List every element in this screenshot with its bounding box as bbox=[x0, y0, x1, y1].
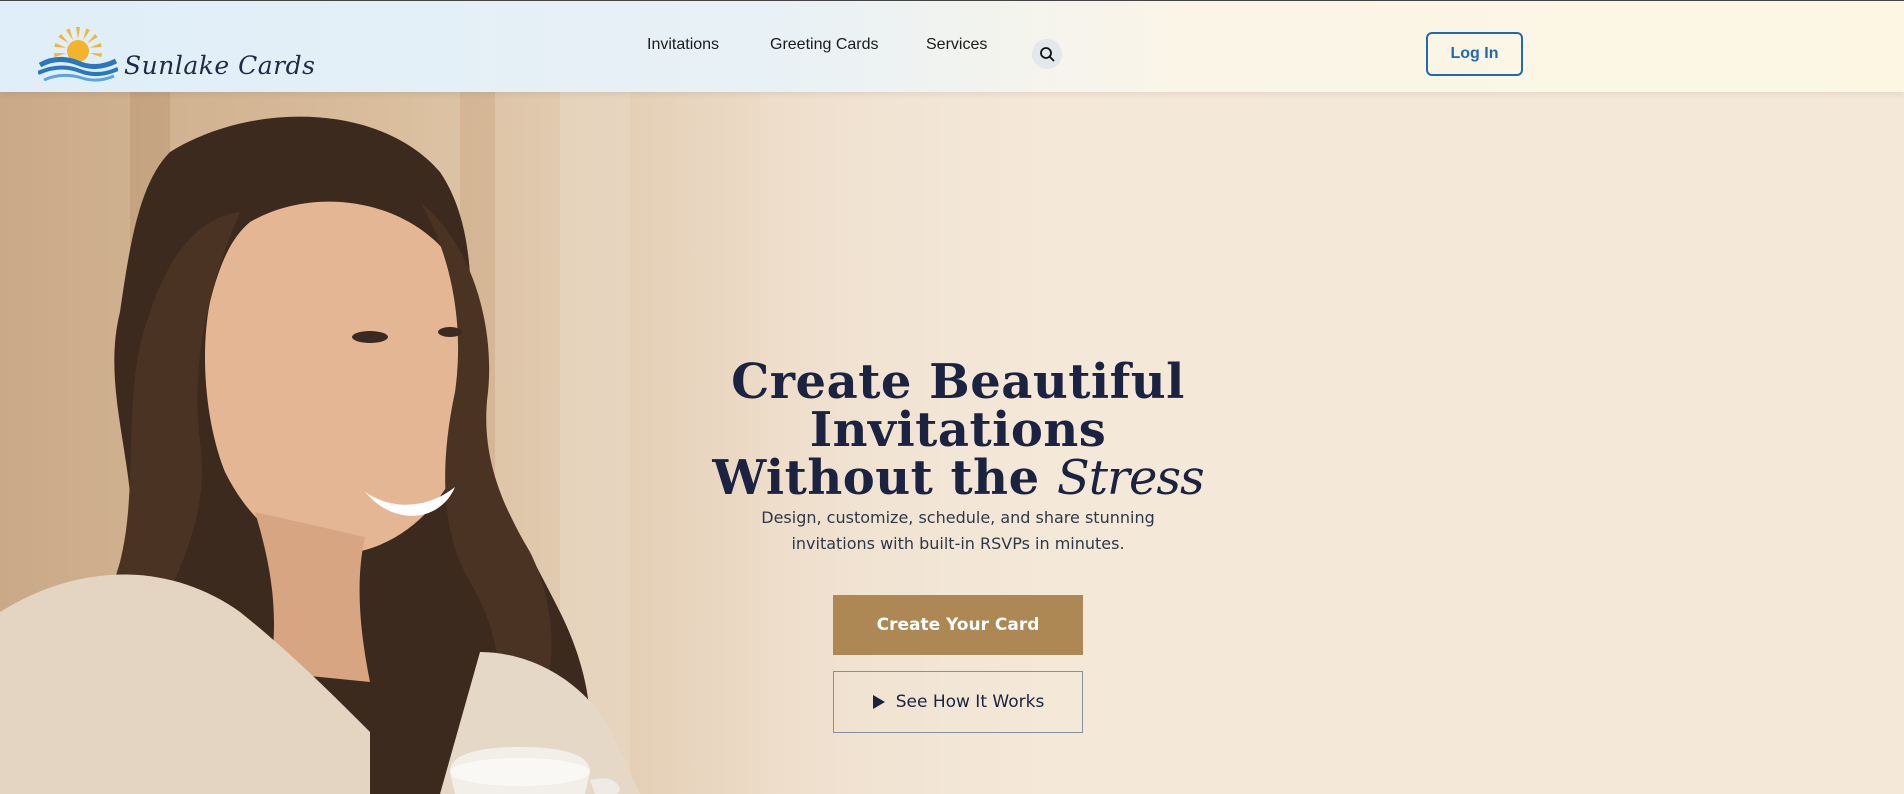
hero-subtitle-line1: Design, customize, schedule, and share s… bbox=[761, 508, 1155, 527]
play-icon bbox=[872, 695, 885, 709]
hero-title-line1: Create Beautiful Invitations bbox=[731, 354, 1185, 458]
login-button[interactable]: Log In bbox=[1426, 32, 1523, 76]
brand-logo[interactable]: Sunlake Cards bbox=[38, 21, 315, 87]
search-button[interactable] bbox=[1032, 39, 1062, 69]
create-card-button[interactable]: Create Your Card bbox=[833, 595, 1083, 655]
search-icon bbox=[1040, 47, 1055, 62]
hero-section: Create Beautiful Invitations Without the… bbox=[0, 92, 1904, 794]
nav-greeting-cards[interactable]: Greeting Cards bbox=[770, 36, 879, 54]
see-how-it-works-label: See How It Works bbox=[895, 692, 1045, 712]
see-how-it-works-button[interactable]: See How It Works bbox=[833, 671, 1083, 733]
nav-services[interactable]: Services bbox=[926, 36, 987, 54]
site-header: Sunlake Cards Invitations Greeting Cards… bbox=[0, 0, 1904, 92]
hero-subtitle: Design, customize, schedule, and share s… bbox=[758, 505, 1158, 557]
sun-logo-icon bbox=[38, 27, 118, 82]
hero-title-script-word: Stress bbox=[1056, 450, 1205, 506]
nav-invitations[interactable]: Invitations bbox=[647, 36, 719, 54]
brand-name: Sunlake Cards bbox=[124, 51, 316, 80]
hero-title-line2: Without the Stress bbox=[600, 454, 1316, 502]
hero-subtitle-line2: invitations with built-in RSVPs in minut… bbox=[791, 534, 1125, 553]
hero-title: Create Beautiful Invitations Without the… bbox=[600, 358, 1316, 502]
hero-title-line2-prefix: Without the bbox=[712, 450, 1040, 506]
